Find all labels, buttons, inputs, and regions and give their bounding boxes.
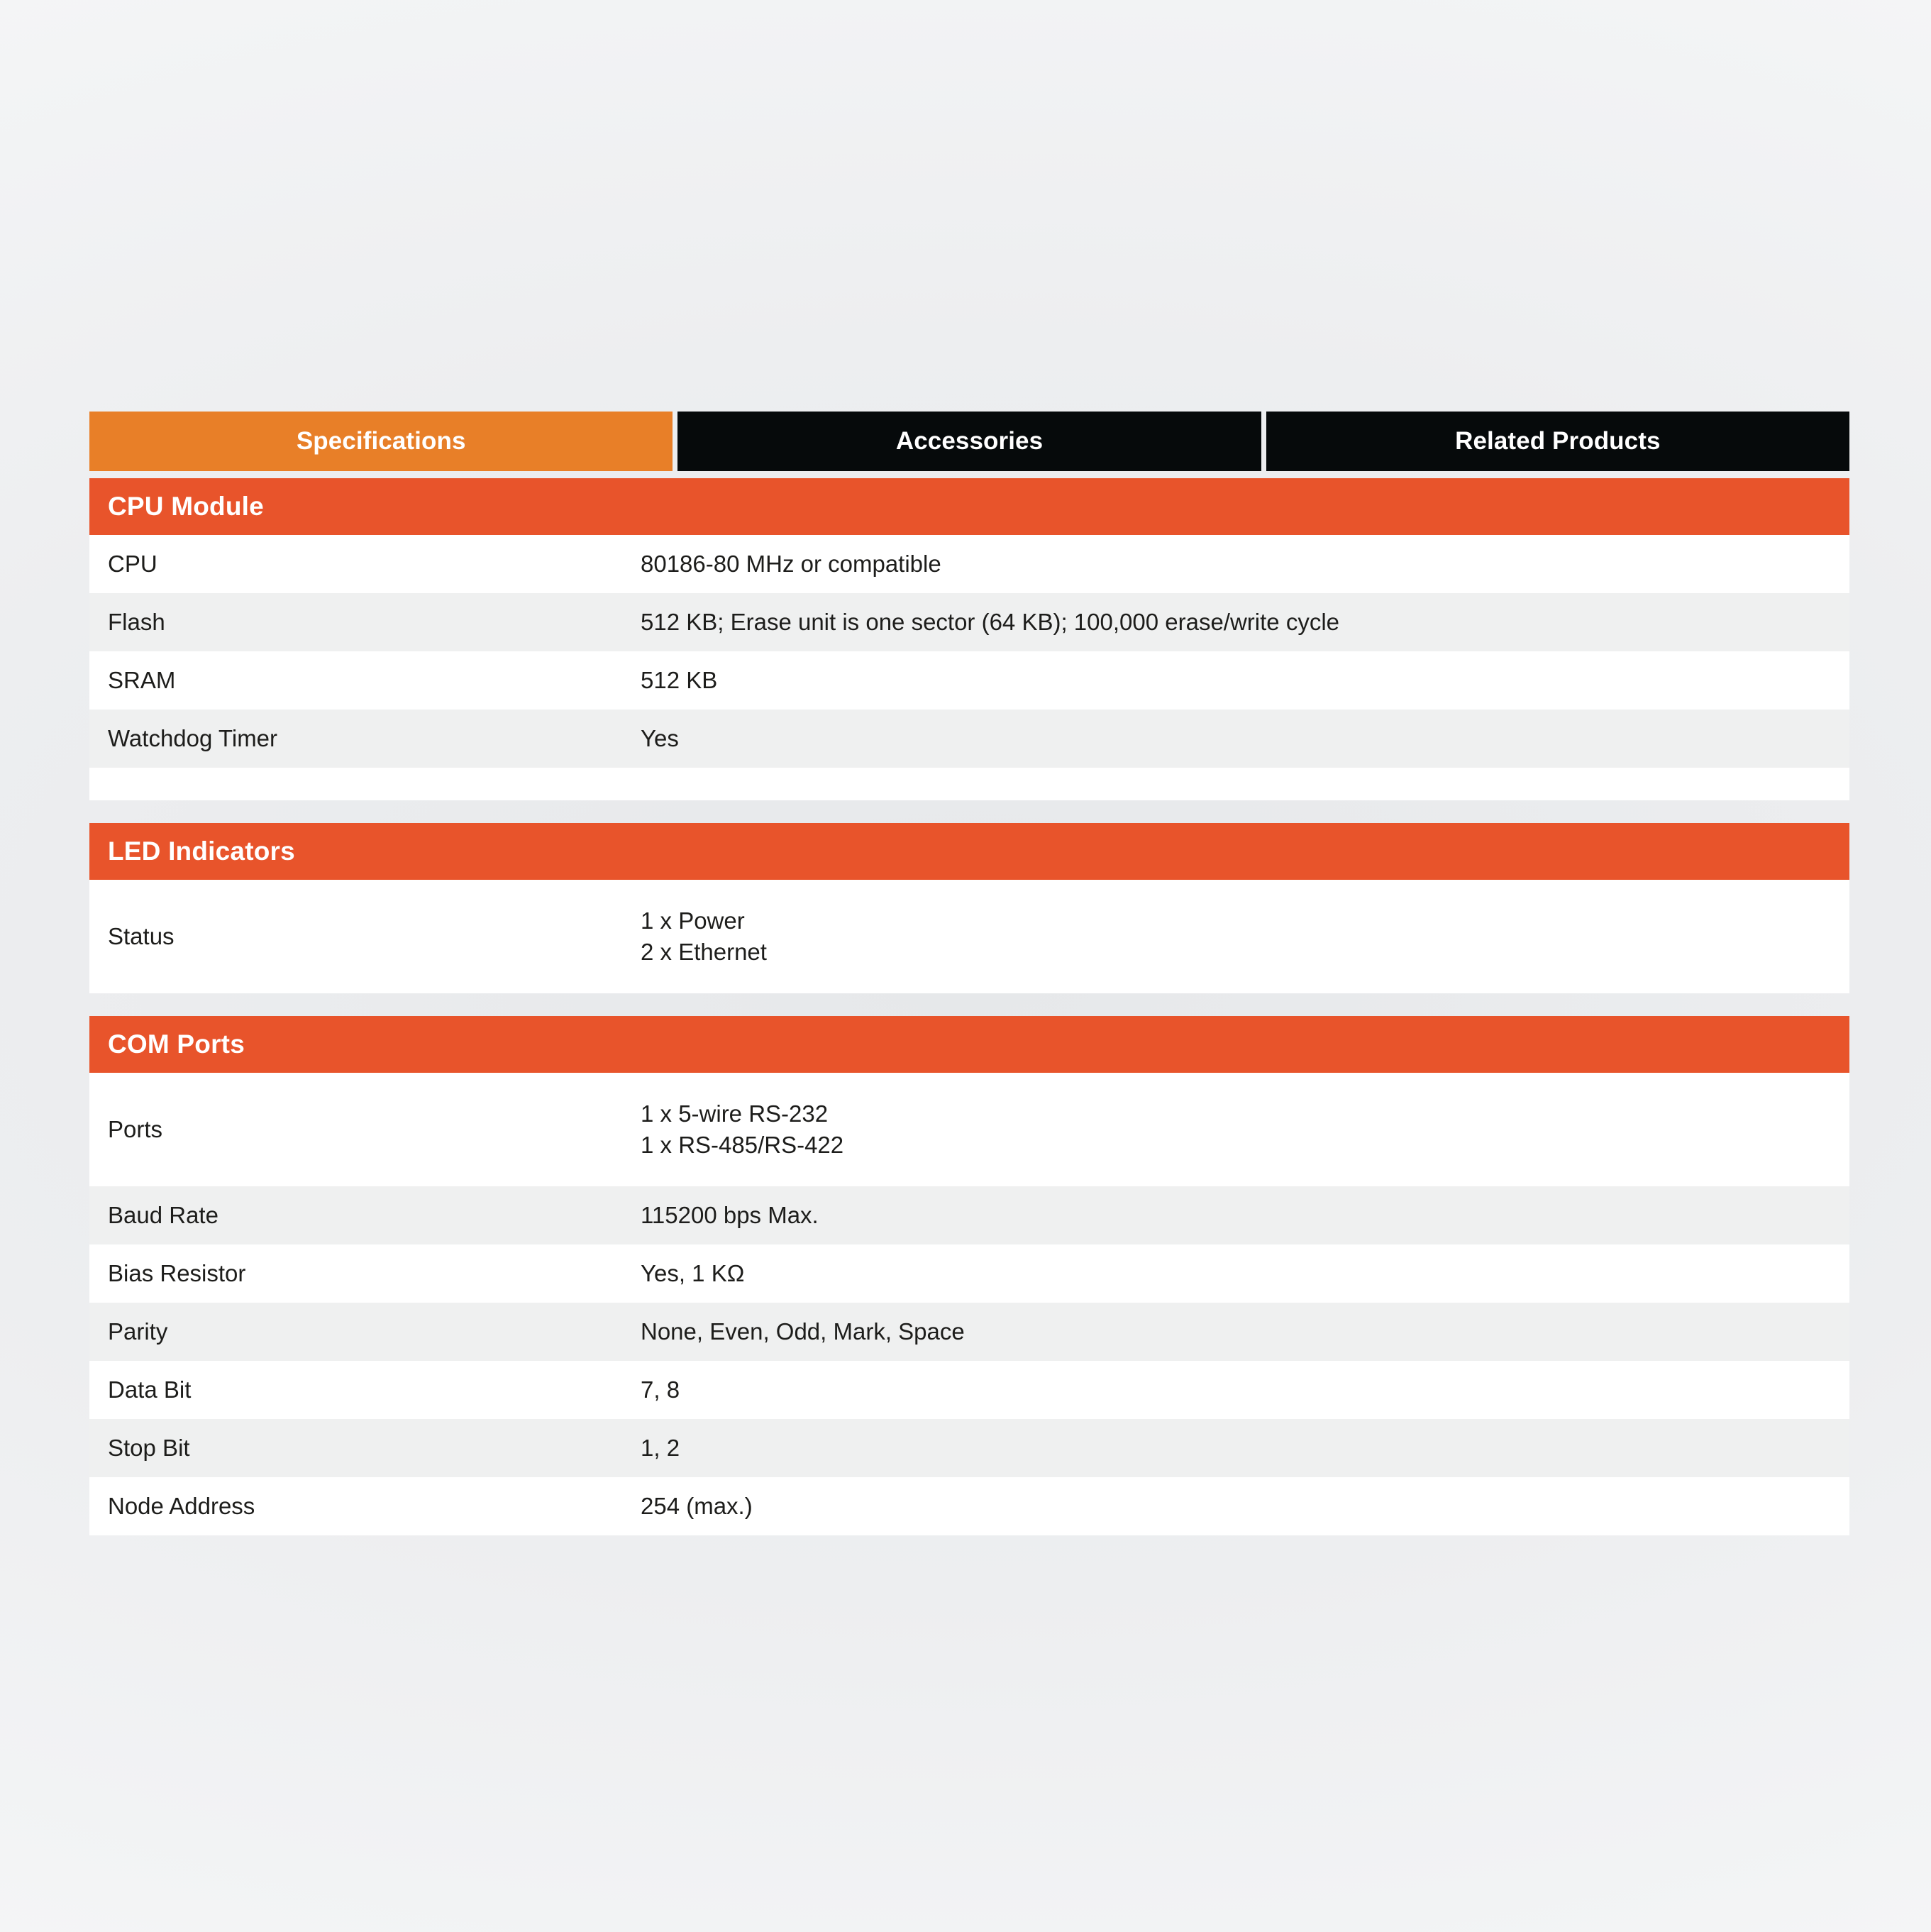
table-row: Flash 512 KB; Erase unit is one sector (… xyxy=(89,593,1849,651)
tab-accessories[interactable]: Accessories xyxy=(677,412,1261,471)
table-row: SRAM 512 KB xyxy=(89,651,1849,710)
row-value: 512 KB; Erase unit is one sector (64 KB)… xyxy=(641,608,1340,635)
table-row: Ports 1 x 5-wire RS-232 1 x RS-485/RS-42… xyxy=(89,1073,1849,1186)
section-header-cpu-module: CPU Module xyxy=(89,478,1849,535)
table-row: Watchdog Timer Yes xyxy=(89,710,1849,768)
row-label: Parity xyxy=(108,1318,168,1345)
table-row: CPU 80186-80 MHz or compatible xyxy=(89,535,1849,593)
row-value: Yes, 1 KΩ xyxy=(641,1259,745,1286)
table-row: Baud Rate 115200 bps Max. xyxy=(89,1186,1849,1244)
row-value: 512 KB xyxy=(641,666,718,693)
section-title: CPU Module xyxy=(108,492,264,521)
row-value: 1 x Power 2 x Ethernet xyxy=(641,907,767,965)
spec-section-com-ports: COM Ports Ports 1 x 5-wire RS-232 1 x RS… xyxy=(89,1016,1849,1535)
table-row: Parity None, Even, Odd, Mark, Space xyxy=(89,1303,1849,1361)
table-row: Status 1 x Power 2 x Ethernet xyxy=(89,880,1849,993)
row-value: 1, 2 xyxy=(641,1434,680,1461)
row-value: None, Even, Odd, Mark, Space xyxy=(641,1318,965,1345)
section-title: COM Ports xyxy=(108,1030,245,1059)
section-header-led-indicators: LED Indicators xyxy=(89,823,1849,880)
table-spacer-row xyxy=(89,768,1849,800)
tab-related-products[interactable]: Related Products xyxy=(1266,412,1849,471)
tab-accessories-label: Accessories xyxy=(895,427,1044,455)
row-value: 115200 bps Max. xyxy=(641,1201,819,1228)
table-row: Bias Resistor Yes, 1 KΩ xyxy=(89,1244,1849,1303)
tab-related-products-label: Related Products xyxy=(1455,427,1661,455)
row-label: Status xyxy=(108,922,175,949)
row-label: Baud Rate xyxy=(108,1201,218,1228)
page-root: Specifications Accessories Related Produ… xyxy=(0,0,1931,1932)
row-value: 7, 8 xyxy=(641,1376,680,1403)
row-label: Data Bit xyxy=(108,1376,192,1403)
row-value: 254 (max.) xyxy=(641,1492,753,1519)
row-value: Yes xyxy=(641,724,679,751)
spec-section-cpu-module: CPU Module CPU 80186-80 MHz or compatibl… xyxy=(89,478,1849,800)
section-title: LED Indicators xyxy=(108,837,295,866)
product-tab-bar: Specifications Accessories Related Produ… xyxy=(89,412,1849,471)
row-label: Ports xyxy=(108,1115,163,1142)
table-row: Node Address 254 (max.) xyxy=(89,1477,1849,1535)
specifications-panel: Specifications Accessories Related Produ… xyxy=(89,412,1849,1535)
row-label: Watchdog Timer xyxy=(108,724,278,751)
row-label: SRAM xyxy=(108,666,176,693)
row-value: 1 x 5-wire RS-232 1 x RS-485/RS-422 xyxy=(641,1100,844,1158)
row-label: Bias Resistor xyxy=(108,1259,246,1286)
row-label: Stop Bit xyxy=(108,1434,190,1461)
tab-specifications-label: Specifications xyxy=(296,427,466,455)
row-value: 80186-80 MHz or compatible xyxy=(641,550,941,577)
table-row: Data Bit 7, 8 xyxy=(89,1361,1849,1419)
tab-specifications[interactable]: Specifications xyxy=(89,412,673,471)
spec-section-led-indicators: LED Indicators Status 1 x Power 2 x Ethe… xyxy=(89,823,1849,993)
row-label: CPU xyxy=(108,550,157,577)
section-header-com-ports: COM Ports xyxy=(89,1016,1849,1073)
table-row: Stop Bit 1, 2 xyxy=(89,1419,1849,1477)
row-label: Node Address xyxy=(108,1492,255,1519)
row-label: Flash xyxy=(108,608,165,635)
